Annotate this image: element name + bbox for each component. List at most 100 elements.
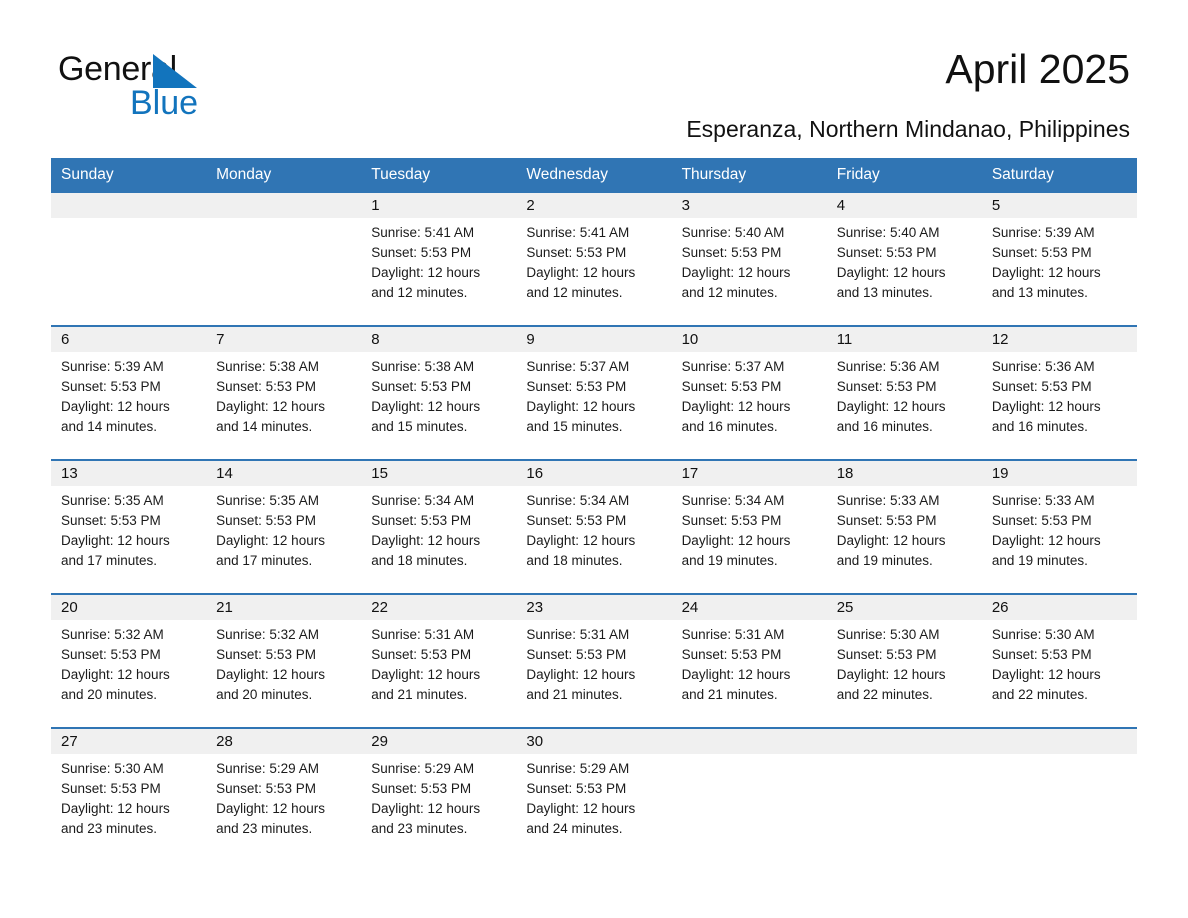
daylight-text-line1: Daylight: 12 hours [836,667,946,682]
sunrise-text: Sunrise: 5:41 AM [526,225,630,240]
day-cell[interactable]: Sunrise: 5:34 AM Sunset: 5:53 PM Daylight:… [516,486,672,594]
day-number[interactable]: 16 [516,459,672,486]
daylight-text-line1: Daylight: 12 hours [371,399,481,414]
weekday-header-tuesday: Tuesday [361,158,517,193]
daylight-text-line1: Daylight: 12 hours [991,399,1101,414]
sunrise-text: Sunrise: 5:30 AM [61,761,164,776]
day-number[interactable]: 3 [671,193,827,218]
day-cell[interactable]: Sunrise: 5:36 AM Sunset: 5:53 PM Daylight:… [826,352,982,460]
week-detail-row: Sunrise: 5:41 AM Sunset: 5:53 PM Daylight:… [51,218,1137,326]
sunset-text: Sunset: 5:53 PM [681,245,782,260]
day-cell[interactable]: Sunrise: 5:33 AM Sunset: 5:53 PM Daylight:… [826,486,982,594]
day-cell[interactable]: Sunrise: 5:40 AM Sunset: 5:53 PM Daylight:… [826,218,982,326]
sunset-text: Sunset: 5:53 PM [216,379,316,394]
day-cell[interactable]: Sunrise: 5:39 AM Sunset: 5:53 PM Daylight:… [51,352,207,460]
day-number[interactable]: 4 [826,193,982,218]
daylight-text-line2: and 14 minutes. [216,419,313,434]
daylight-text-line1: Daylight: 12 hours [836,533,946,548]
day-cell[interactable]: Sunrise: 5:38 AM Sunset: 5:53 PM Daylight:… [206,352,362,460]
daylight-text-line1: Daylight: 12 hours [371,801,481,816]
daylight-text-line2: and 21 minutes. [526,687,623,702]
day-number[interactable]: 14 [206,459,362,486]
sunrise-text: Sunrise: 5:33 AM [991,493,1095,508]
day-number[interactable]: 13 [51,459,207,486]
day-number[interactable]: 22 [361,593,517,620]
day-number[interactable]: 19 [981,459,1137,486]
page-subtitle-location: Esperanza, Northern Mindanao, Philippine… [686,116,1130,142]
day-number[interactable]: 17 [671,459,827,486]
day-number[interactable]: 30 [516,727,672,754]
sunrise-text: Sunrise: 5:40 AM [836,225,940,240]
weekday-header-sunday: Sunday [51,158,207,193]
day-cell[interactable]: Sunrise: 5:36 AM Sunset: 5:53 PM Daylight:… [981,352,1137,460]
day-number[interactable]: 28 [206,727,362,754]
day-number[interactable]: 7 [206,325,362,352]
day-cell[interactable]: Sunrise: 5:31 AM Sunset: 5:53 PM Daylight:… [516,620,672,728]
day-number[interactable]: 25 [826,593,982,620]
day-number[interactable]: 15 [361,459,517,486]
sunset-text: Sunset: 5:53 PM [836,379,937,394]
day-number[interactable]: 24 [671,593,827,620]
general-blue-logo[interactable]: General Blue [58,50,318,126]
day-cell[interactable]: Sunrise: 5:32 AM Sunset: 5:53 PM Daylight:… [51,620,207,728]
day-cell[interactable]: Sunrise: 5:33 AM Sunset: 5:53 PM Daylight:… [981,486,1137,594]
day-number[interactable]: 29 [361,727,517,754]
day-cell[interactable]: Sunrise: 5:35 AM Sunset: 5:53 PM Daylight:… [206,486,362,594]
day-cell[interactable]: Sunrise: 5:41 AM Sunset: 5:53 PM Daylight:… [361,218,517,326]
day-number[interactable]: 26 [981,593,1137,620]
sunset-text: Sunset: 5:53 PM [526,245,627,260]
day-number[interactable]: 2 [516,193,672,218]
day-cell[interactable]: Sunrise: 5:29 AM Sunset: 5:53 PM Daylight:… [206,754,362,861]
day-cell[interactable]: Sunrise: 5:31 AM Sunset: 5:53 PM Daylight:… [361,620,517,728]
day-number[interactable]: 20 [51,593,207,620]
sunset-text: Sunset: 5:53 PM [991,245,1092,260]
sunrise-text: Sunrise: 5:39 AM [991,225,1095,240]
day-cell[interactable]: Sunrise: 5:35 AM Sunset: 5:53 PM Daylight:… [51,486,207,594]
day-number-empty [51,193,207,218]
day-number-empty [671,727,827,754]
sunrise-text: Sunrise: 5:34 AM [526,493,630,508]
day-cell[interactable]: Sunrise: 5:40 AM Sunset: 5:53 PM Daylight:… [671,218,827,326]
weekday-header-thursday: Thursday [671,158,827,193]
sunset-text: Sunset: 5:53 PM [61,379,161,394]
day-cell[interactable]: Sunrise: 5:30 AM Sunset: 5:53 PM Daylight:… [981,620,1137,728]
day-number[interactable]: 6 [51,325,207,352]
daylight-text-line2: and 22 minutes. [991,687,1088,702]
day-number[interactable]: 8 [361,325,517,352]
day-cell[interactable]: Sunrise: 5:41 AM Sunset: 5:53 PM Daylight:… [516,218,672,326]
day-cell[interactable]: Sunrise: 5:32 AM Sunset: 5:53 PM Daylight:… [206,620,362,728]
sunset-text: Sunset: 5:53 PM [681,379,782,394]
day-cell[interactable]: Sunrise: 5:29 AM Sunset: 5:53 PM Daylight:… [361,754,517,861]
day-cell[interactable]: Sunrise: 5:37 AM Sunset: 5:53 PM Daylight:… [671,352,827,460]
day-number[interactable]: 18 [826,459,982,486]
day-number[interactable]: 21 [206,593,362,620]
daylight-text-line2: and 23 minutes. [61,821,158,836]
sunset-text: Sunset: 5:53 PM [216,781,316,796]
day-cell[interactable]: Sunrise: 5:34 AM Sunset: 5:53 PM Daylight:… [361,486,517,594]
day-cell[interactable]: Sunrise: 5:34 AM Sunset: 5:53 PM Daylight:… [671,486,827,594]
daylight-text-line1: Daylight: 12 hours [216,667,325,682]
day-number[interactable]: 11 [826,325,982,352]
daylight-text-line2: and 16 minutes. [681,419,778,434]
daylight-text-line1: Daylight: 12 hours [526,533,636,548]
sunset-text: Sunset: 5:53 PM [61,647,161,662]
day-number[interactable]: 10 [671,325,827,352]
day-cell[interactable]: Sunrise: 5:30 AM Sunset: 5:53 PM Daylight:… [826,620,982,728]
day-number[interactable]: 1 [361,193,517,218]
day-number[interactable]: 12 [981,325,1137,352]
day-cell[interactable]: Sunrise: 5:30 AM Sunset: 5:53 PM Daylight:… [51,754,207,861]
day-number[interactable]: 9 [516,325,672,352]
day-cell[interactable]: Sunrise: 5:31 AM Sunset: 5:53 PM Daylight:… [671,620,827,728]
page-title: April 2025 [945,46,1130,92]
day-cell[interactable]: Sunrise: 5:38 AM Sunset: 5:53 PM Daylight:… [361,352,517,460]
day-cell[interactable]: Sunrise: 5:29 AM Sunset: 5:53 PM Daylight:… [516,754,672,861]
week-daynumber-row: 6 7 8 9 10 11 12 [51,325,1137,352]
daylight-text-line2: and 12 minutes. [526,285,623,300]
daylight-text-line2: and 17 minutes. [61,553,158,568]
day-cell[interactable]: Sunrise: 5:37 AM Sunset: 5:53 PM Daylight:… [516,352,672,460]
day-number[interactable]: 27 [51,727,207,754]
daylight-text-line1: Daylight: 12 hours [681,533,791,548]
day-number[interactable]: 23 [516,593,672,620]
day-cell[interactable]: Sunrise: 5:39 AM Sunset: 5:53 PM Daylight:… [981,218,1137,326]
day-number[interactable]: 5 [981,193,1137,218]
